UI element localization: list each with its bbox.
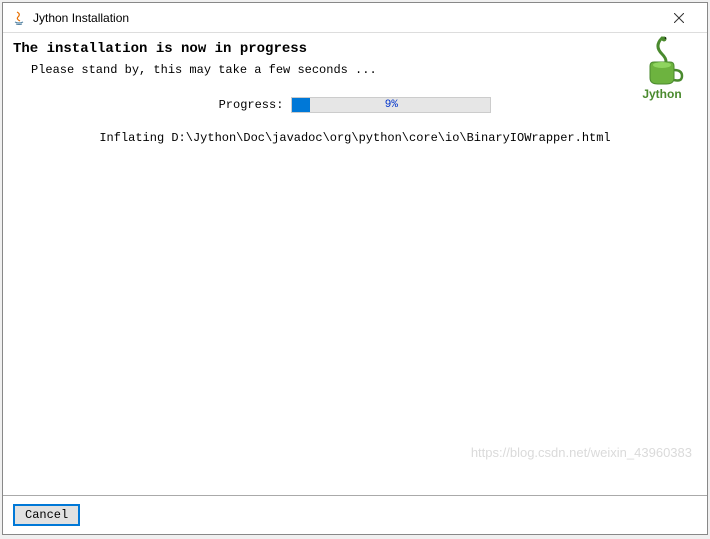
installer-window: Jython Installation The installation is …: [2, 2, 708, 535]
close-button[interactable]: [659, 4, 699, 32]
cancel-button[interactable]: Cancel: [13, 504, 80, 526]
progress-row: Progress: 9%: [3, 97, 707, 113]
titlebar: Jython Installation: [3, 3, 707, 33]
content-area: The installation is now in progress Plea…: [3, 33, 707, 495]
header-section: The installation is now in progress Plea…: [3, 33, 707, 92]
window-title: Jython Installation: [33, 11, 653, 25]
progress-label: Progress:: [219, 98, 284, 112]
java-icon: [11, 10, 27, 26]
progress-bar: 9%: [291, 97, 491, 113]
progress-section: Progress: 9% Inflating D:\Jython\Doc\jav…: [3, 92, 707, 150]
footer: Cancel: [3, 495, 707, 534]
jython-logo: Jython: [632, 36, 692, 101]
watermark: https://blog.csdn.net/weixin_43960383: [471, 445, 692, 460]
page-subheading: Please stand by, this may take a few sec…: [13, 63, 697, 77]
page-heading: The installation is now in progress: [13, 41, 697, 57]
svg-text:Jython: Jython: [642, 87, 681, 101]
progress-percent: 9%: [292, 98, 490, 112]
status-text: Inflating D:\Jython\Doc\javadoc\org\pyth…: [3, 131, 707, 145]
